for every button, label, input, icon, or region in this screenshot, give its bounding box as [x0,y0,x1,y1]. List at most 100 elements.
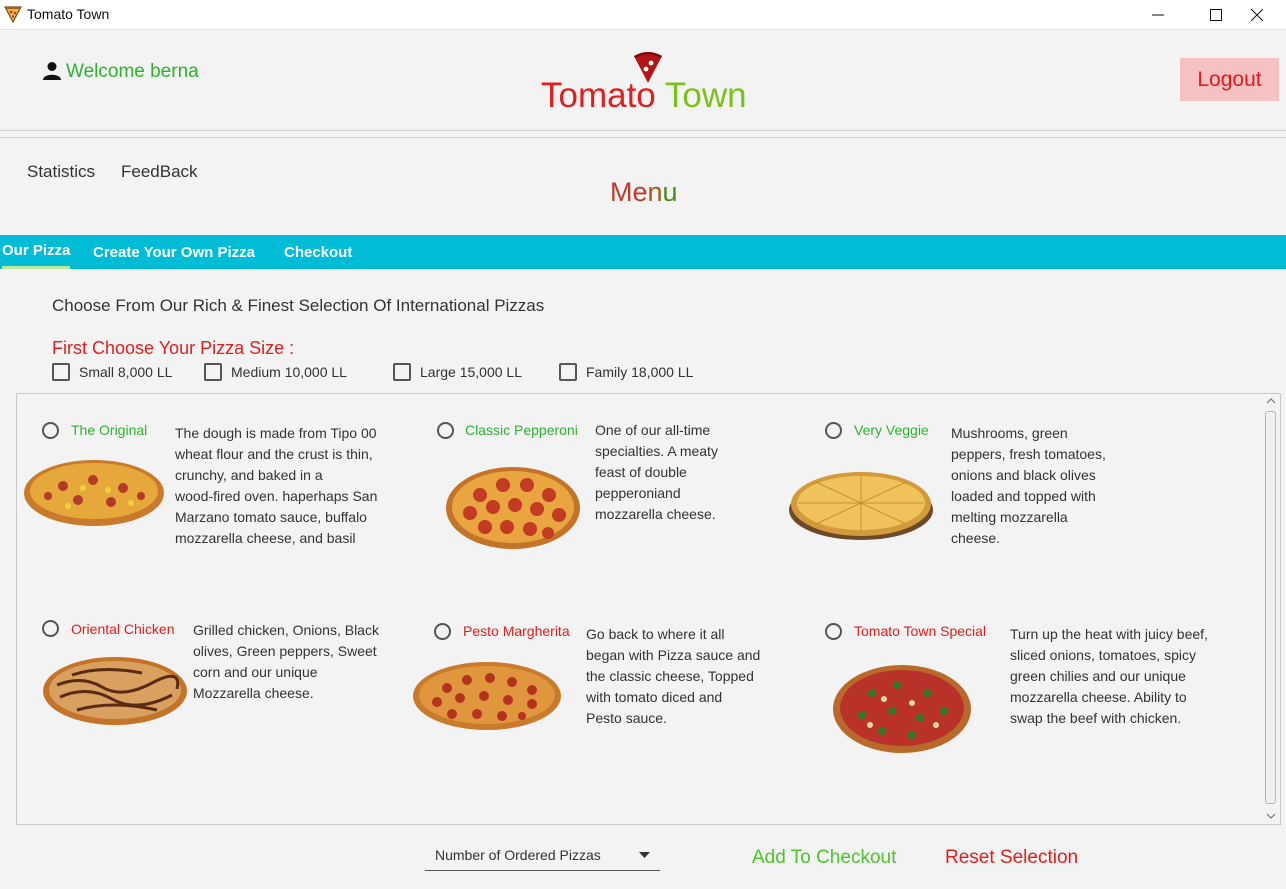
pizza-description-line: onions and black olives [951,467,1096,483]
window-title: Tomato Town [27,6,110,22]
reset-selection-button[interactable]: Reset Selection [945,847,1078,869]
pizza-description-line: peppers, fresh tomatoes, [951,446,1106,462]
pizza-name: Pesto Margherita [463,623,570,639]
pizza-description: Grilled chicken, Onions, Black olives, G… [193,620,379,704]
pizza-radio-the-original[interactable] [42,422,59,439]
pizza-description-line: crunchy, and baked in a [175,467,323,483]
scrollbar-thumb[interactable] [1265,411,1276,804]
tab-checkout[interactable]: Checkout [284,235,352,269]
maximize-icon [1210,9,1222,21]
scroll-up-icon[interactable] [1266,397,1276,405]
header-divider [0,137,1286,138]
pizza-description-line: with tomato diced and [586,689,723,705]
size-checkbox[interactable] [52,363,70,381]
minimize-button[interactable] [1129,0,1187,30]
size-label: Small 8,000 LL [79,364,173,380]
pizza-description: One of our all-time specialties. A meaty… [595,420,718,525]
pizza-description: Mushrooms, green peppers, fresh tomatoes… [951,423,1106,549]
tab-bar: Our Pizza Create Your Own Pizza Checkout [0,235,1286,269]
pizza-radio-classic-pepperoni[interactable] [437,422,454,439]
size-checkbox[interactable] [393,363,411,381]
pizza-name: Oriental Chicken [71,621,175,637]
pizza-description-line: cheese. [951,530,1001,546]
pizza-image-tomato-town-special [833,665,971,753]
size-option-small[interactable]: Small 8,000 LL [52,362,172,382]
dropdown-arrow-icon [639,851,650,858]
tab-create-your-own-pizza[interactable]: Create Your Own Pizza [93,235,255,269]
logo-text-town: Town [664,76,747,115]
pizza-description-line: corn and our unique [193,664,318,680]
menu-title-part: n [647,177,663,207]
page-title: Menu [610,177,678,208]
size-option-medium[interactable]: Medium 10,000 LL [204,362,347,382]
pizza-description-line: the classic cheese, Topped [586,668,754,684]
pizza-slice-app-icon [4,6,22,23]
pizza-description: The dough is made from Tipo 00 wheat flo… [175,423,377,549]
pizza-image-very-veggie [789,472,933,540]
size-label: Medium 10,000 LL [231,364,347,380]
close-icon [1251,9,1263,21]
pizza-description-line: specialties. A meaty [595,443,718,459]
pizza-description-line: sliced onions, tomatoes, spicy [1010,647,1196,663]
pizza-description-line: swap the beef with chicken. [1010,710,1182,726]
close-button[interactable] [1228,0,1286,30]
pizza-image-pesto-margherita [413,662,561,730]
size-checkbox[interactable] [204,363,222,381]
scroll-down-icon[interactable] [1266,812,1276,820]
logo-text-tomato: Tomato [541,76,656,115]
pizza-description-line: Mushrooms, green [951,425,1068,441]
size-heading: First Choose Your Pizza Size : [52,338,295,358]
intro-text: Choose From Our Rich & Finest Selection … [52,296,545,315]
pizza-description-line: wood-fired oven. haperhaps San [175,488,378,504]
pizza-description-line: Pesto sauce. [586,710,667,726]
pizza-description-line: Mozzarella cheese. [193,685,314,701]
pizza-description-line: Go back to where it all [586,626,725,642]
pizza-name: Classic Pepperoni [465,422,578,438]
pizza-description-line: melting mozzarella [951,509,1068,525]
size-option-large[interactable]: Large 15,000 LL [393,362,522,382]
pizza-radio-tomato-town-special[interactable] [825,623,842,640]
size-checkbox[interactable] [559,363,577,381]
pizza-image-the-original [24,460,164,526]
pizza-description-line: feast of double [595,464,687,480]
size-label: Large 15,000 LL [420,364,522,380]
nav-link-statistics[interactable]: Statistics [27,162,95,182]
menu-title-part: u [662,177,678,207]
pizza-description: Go back to where it all began with Pizza… [586,624,760,729]
pizza-image-classic-pepperoni [446,467,580,549]
pizza-description: Turn up the heat with juicy beef, sliced… [1010,624,1208,729]
window-titlebar: Tomato Town [0,0,1286,30]
pizza-description-line: One of our all-time [595,422,711,438]
pizza-image-oriental-chicken [43,657,187,725]
pizza-description-line: mozzarella cheese. Ability to [1010,689,1187,705]
pizza-name: Very Veggie [854,422,929,438]
pizza-description-line: began with Pizza sauce and [586,647,761,663]
logout-button[interactable]: Logout [1180,58,1279,101]
pizza-count-dropdown[interactable]: Number of Ordered Pizzas [425,840,660,871]
pizza-description-line: Turn up the heat with juicy beef, [1010,626,1208,642]
user-icon [43,62,61,80]
pizza-description-line: green chilies and our unique [1010,668,1186,684]
dropdown-label: Number of Ordered Pizzas [435,847,601,863]
pizza-description-line: mozzarella cheese, and basil [175,530,356,546]
minimize-icon [1152,14,1164,16]
nav-link-feedback[interactable]: FeedBack [121,162,198,182]
pizza-description-line: The dough is made from Tipo 00 [175,425,377,441]
pizza-description-line: loaded and topped with [951,488,1096,504]
pizza-name: The Original [71,422,148,438]
pizza-description-line: Grilled chicken, Onions, Black [193,622,379,638]
tab-our-pizza[interactable]: Our Pizza [2,235,71,269]
pizza-radio-pesto-margherita[interactable] [434,623,451,640]
pizza-description-line: olives, Green peppers, Sweet [193,643,377,659]
app-logo-text: Tomato Town [541,76,747,116]
welcome-text: Welcome berna [66,61,199,82]
pizza-description-line: Marzano tomato sauce, buffalo [175,509,367,525]
add-to-checkout-button[interactable]: Add To Checkout [752,847,896,869]
size-label: Family 18,000 LL [586,364,694,380]
pizza-radio-very-veggie[interactable] [825,422,842,439]
size-option-family[interactable]: Family 18,000 LL [559,362,693,382]
pizza-description-line: pepperoniand [595,485,681,501]
pizza-description-line: wheat flour and the crust is thin, [175,446,373,462]
pizza-description-line: mozzarella cheese. [595,506,716,522]
pizza-radio-oriental-chicken[interactable] [42,620,59,637]
